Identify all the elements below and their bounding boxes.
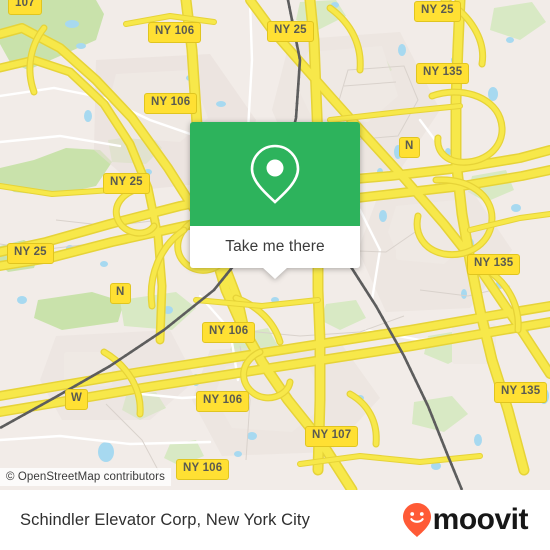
map-page: .rd { fill:none; stroke:#f7e84a; stroke-… bbox=[0, 0, 550, 550]
footer-bar: Schindler Elevator Corp, New York City m… bbox=[0, 490, 550, 550]
road-shield-ny-107-b: NY 107 bbox=[305, 426, 359, 447]
road-shield-w: W bbox=[65, 389, 89, 410]
road-shield-ny-106-c: NY 106 bbox=[202, 322, 256, 343]
map-pin-icon bbox=[250, 144, 300, 204]
road-shield-ny-135-c: NY 135 bbox=[494, 382, 548, 403]
road-shield-ny-25-d: NY 25 bbox=[7, 243, 54, 264]
popup-image-panel bbox=[190, 122, 360, 226]
moovit-wordmark: moovit bbox=[432, 503, 529, 536]
road-shield-ny-135-a: NY 135 bbox=[416, 63, 470, 84]
road-shield-ny-25-c: NY 25 bbox=[103, 173, 150, 194]
attribution-text: © OpenStreetMap contributors bbox=[6, 471, 165, 483]
road-shield-n-b: N bbox=[110, 283, 131, 304]
road-shield-ny-106-b: NY 106 bbox=[144, 93, 198, 114]
place-title: Schindler Elevator Corp, New York City bbox=[20, 510, 310, 529]
road-shield-ny-107-topleft: 107 bbox=[8, 0, 42, 15]
road-shield-ny-25-a: NY 25 bbox=[267, 21, 314, 42]
road-shield-ny-135-b: NY 135 bbox=[467, 254, 521, 275]
road-shield-ny-25-b: NY 25 bbox=[414, 1, 461, 22]
take-me-there-label: Take me there bbox=[225, 238, 325, 255]
take-me-there-button[interactable]: Take me there bbox=[190, 226, 360, 268]
road-shield-n-a: N bbox=[399, 137, 420, 158]
road-shield-ny-106-e: NY 106 bbox=[176, 459, 230, 480]
road-shield-ny-106-a: NY 106 bbox=[148, 22, 202, 43]
moovit-pin-smile-icon bbox=[402, 503, 431, 537]
map-attribution[interactable]: © OpenStreetMap contributors bbox=[0, 468, 171, 486]
moovit-logo[interactable]: moovit bbox=[402, 502, 529, 538]
map-canvas[interactable]: .rd { fill:none; stroke:#f7e84a; stroke-… bbox=[0, 0, 550, 490]
road-shield-ny-106-d: NY 106 bbox=[196, 391, 250, 412]
place-popup-card[interactable]: Take me there bbox=[190, 122, 360, 279]
popup-pointer bbox=[262, 267, 288, 279]
